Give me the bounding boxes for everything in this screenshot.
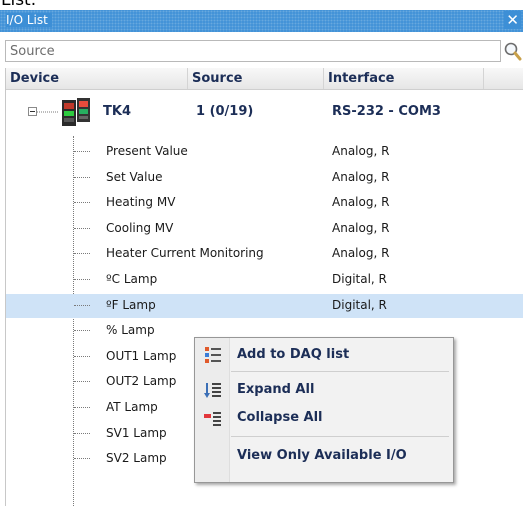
device-controller-icon: [62, 98, 90, 126]
list-add-icon: [203, 345, 223, 365]
io-list-panel: I/O List ✕ Device Source Interface: [0, 10, 523, 506]
menu-item-expand-all[interactable]: Expand All: [197, 376, 451, 404]
io-item-row[interactable]: Heating MV Analog, R: [6, 191, 523, 215]
tree-branch-line: [74, 279, 90, 280]
column-header-interface[interactable]: Interface: [324, 68, 484, 89]
menu-item-add-to-daq-list[interactable]: Add to DAQ list: [197, 341, 451, 369]
tree-branch-line: [74, 381, 90, 383]
menu-separator: [231, 436, 449, 437]
search-icon[interactable]: [503, 40, 523, 62]
column-header-row: Device Source Interface: [6, 68, 523, 90]
panel-titlebar: I/O List ✕: [0, 10, 523, 32]
io-item-row[interactable]: ºC Lamp Digital, R: [6, 268, 523, 292]
tree-branch-line: [74, 227, 90, 229]
collapse-toggle-icon[interactable]: [28, 107, 37, 116]
device-interface: RS-232 - COM3: [332, 104, 441, 119]
menu-separator: [231, 371, 449, 372]
tree-branch-line: [74, 355, 90, 357]
menu-item-label: Add to DAQ list: [237, 347, 350, 362]
io-item-interface: Analog, R: [332, 220, 390, 235]
menu-item-label: Expand All: [237, 382, 315, 397]
tree-branch-line: [74, 253, 90, 255]
io-item-name: Present Value: [106, 144, 188, 158]
caption-fragment: List.: [1, 0, 37, 10]
search-bar: [5, 40, 523, 64]
io-item-row[interactable]: ºF Lamp Digital, R: [6, 293, 523, 318]
search-input[interactable]: [5, 40, 501, 62]
io-item-name: OUT1 Lamp: [106, 348, 177, 363]
io-item-interface: Analog, R: [332, 195, 390, 210]
tree-branch-line: [74, 458, 90, 460]
io-item-row[interactable]: Cooling MV Analog, R: [6, 217, 523, 241]
expand-all-icon: [203, 380, 223, 400]
column-header-source[interactable]: Source: [188, 68, 324, 89]
io-item-name: ºC Lamp: [106, 272, 158, 286]
io-item-interface: Analog, R: [332, 169, 390, 184]
io-item-interface: Digital, R: [332, 297, 387, 312]
menu-item-view-only-available-io[interactable]: View Only Available I/O: [197, 442, 451, 470]
menu-item-label: Collapse All: [237, 410, 323, 425]
device-source: 1 (0/19): [196, 104, 254, 119]
io-item-name: Heater Current Monitoring: [106, 246, 264, 261]
io-item-row[interactable]: Set Value Analog, R: [6, 166, 523, 190]
tree-branch-line: [74, 202, 90, 204]
io-item-row[interactable]: Heater Current Monitoring Analog, R: [6, 242, 523, 266]
io-item-row[interactable]: Present Value Analog, R: [6, 140, 523, 164]
io-item-name: SV1 Lamp: [106, 425, 167, 440]
panel-title: I/O List: [6, 13, 52, 27]
io-item-name: % Lamp: [106, 323, 155, 338]
tree-branch-line: [74, 176, 90, 178]
io-item-interface: Analog, R: [332, 144, 390, 158]
tree-branch-line: [74, 407, 90, 408]
io-item-name: Cooling MV: [106, 220, 174, 235]
column-header-device[interactable]: Device: [6, 68, 188, 89]
io-item-interface: Analog, R: [332, 246, 390, 261]
io-item-name: ºF Lamp: [106, 297, 156, 312]
device-row[interactable]: TK4 1 (0/19) RS-232 - COM3: [6, 90, 523, 136]
menu-item-label: View Only Available I/O: [237, 448, 407, 463]
tree-branch-line: [74, 304, 90, 306]
io-item-name: OUT2 Lamp: [106, 374, 177, 389]
io-item-name: Set Value: [106, 169, 163, 184]
menu-item-collapse-all[interactable]: Collapse All: [197, 404, 451, 432]
io-item-interface: Digital, R: [332, 272, 387, 286]
context-menu: Add to DAQ list Expand All Collapse All …: [194, 337, 454, 483]
tree-connector: [37, 111, 59, 113]
tree-branch-line: [74, 432, 90, 434]
device-name: TK4: [103, 104, 131, 119]
tree-branch-line: [74, 151, 90, 152]
tree-branch-line: [74, 330, 90, 332]
io-item-name: AT Lamp: [106, 400, 158, 414]
io-item-name: SV2 Lamp: [106, 451, 167, 466]
io-item-name: Heating MV: [106, 195, 176, 210]
collapse-all-icon: [203, 408, 223, 428]
close-icon[interactable]: ✕: [504, 11, 521, 29]
